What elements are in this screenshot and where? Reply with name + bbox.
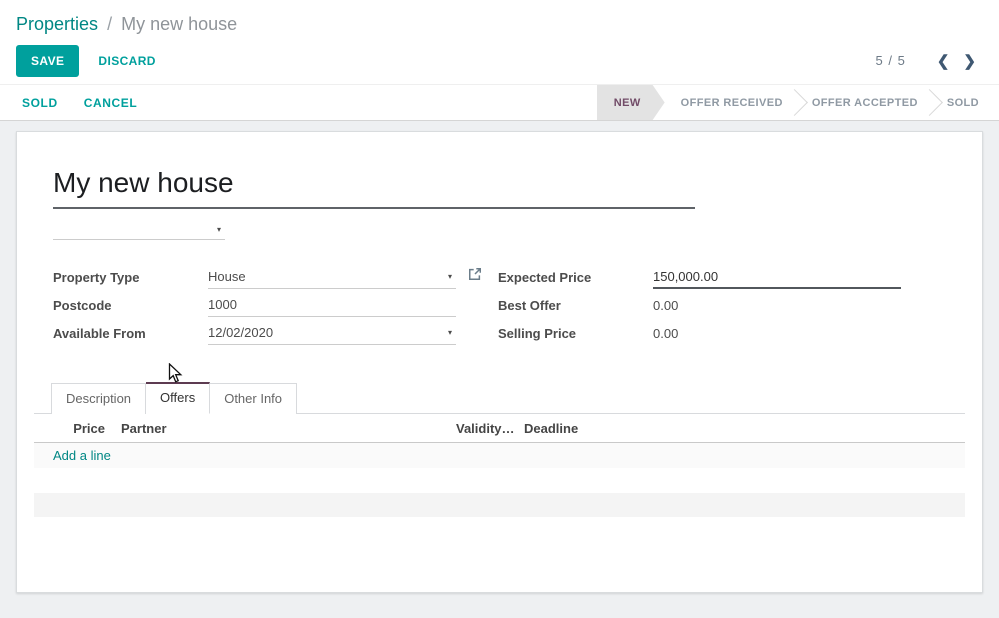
tab-bar: Description Offers Other Info <box>34 382 965 414</box>
tab-other-info[interactable]: Other Info <box>210 383 297 414</box>
best-offer-value: 0.00 <box>653 298 901 317</box>
sold-action-button[interactable]: SOLD <box>22 96 58 110</box>
pager-value: 5 / 5 <box>876 53 906 68</box>
column-header-validity[interactable]: Validity… <box>448 414 516 443</box>
property-type-label: Property Type <box>53 270 208 289</box>
status-step-offer-received[interactable]: OFFER RECEIVED <box>665 85 799 120</box>
breadcrumb-current: My new house <box>121 14 237 34</box>
discard-button[interactable]: DISCARD <box>98 54 155 68</box>
external-link-icon[interactable] <box>468 267 482 286</box>
selling-price-label: Selling Price <box>498 326 653 345</box>
form-view: My new house ▾ Property Type House ▾ <box>0 121 999 618</box>
column-header-deadline[interactable]: Deadline <box>516 414 965 443</box>
column-header-price[interactable]: Price <box>34 414 113 443</box>
dropdown-caret-icon: ▾ <box>448 329 452 337</box>
table-row: Add a line <box>34 443 965 469</box>
postcode-label: Postcode <box>53 298 208 317</box>
add-a-line-link[interactable]: Add a line <box>53 448 111 463</box>
status-step-offer-accepted[interactable]: OFFER ACCEPTED <box>796 85 934 120</box>
pager: 5 / 5 ❮ ❯ <box>876 52 983 70</box>
offers-table-header-row: Price Partner Validity… Deadline <box>34 414 965 443</box>
field-group: Property Type House ▾ Postcode <box>53 262 946 346</box>
available-from-label: Available From <box>53 326 208 345</box>
field-postcode: Postcode 1000 <box>53 290 498 317</box>
status-steps: NEW OFFER RECEIVED OFFER ACCEPTED SOLD <box>597 85 999 120</box>
table-row <box>34 493 965 517</box>
field-column-left: Property Type House ▾ Postcode <box>53 262 498 346</box>
field-available-from: Available From 12/02/2020 ▾ <box>53 318 498 345</box>
notebook: Description Offers Other Info Price Part… <box>34 382 965 517</box>
cancel-action-button[interactable]: CANCEL <box>84 96 138 110</box>
expected-price-label: Expected Price <box>498 270 653 289</box>
selling-price-value: 0.00 <box>653 326 901 345</box>
property-tags-input[interactable]: ▾ <box>53 223 225 240</box>
table-row <box>34 468 965 493</box>
postcode-input[interactable]: 1000 <box>208 297 456 317</box>
column-header-partner[interactable]: Partner <box>113 414 448 443</box>
field-selling-price: Selling Price 0.00 <box>498 318 943 345</box>
status-bar-buttons: SOLD CANCEL <box>0 85 163 120</box>
breadcrumb-separator: / <box>107 14 112 34</box>
field-best-offer: Best Offer 0.00 <box>498 290 943 317</box>
status-bar: SOLD CANCEL NEW OFFER RECEIVED OFFER ACC… <box>0 84 999 121</box>
form-sheet: My new house ▾ Property Type House ▾ <box>16 131 983 593</box>
pager-previous-icon[interactable]: ❮ <box>930 52 957 70</box>
property-type-input[interactable]: House ▾ <box>208 269 456 289</box>
breadcrumb-properties-link[interactable]: Properties <box>16 14 98 34</box>
offers-table: Price Partner Validity… Deadline Add a l… <box>34 414 965 517</box>
breadcrumb: Properties / My new house <box>16 13 983 35</box>
dropdown-caret-icon: ▾ <box>448 273 452 281</box>
status-step-new[interactable]: NEW <box>597 85 665 120</box>
dropdown-caret-icon: ▾ <box>217 226 221 234</box>
best-offer-label: Best Offer <box>498 298 653 317</box>
available-from-input[interactable]: 12/02/2020 ▾ <box>208 325 456 345</box>
control-panel: Properties / My new house SAVE DISCARD 5… <box>0 0 999 84</box>
field-column-right: Expected Price 150,000.00 Best Offer 0.0… <box>498 262 943 346</box>
pager-next-icon[interactable]: ❯ <box>956 52 983 70</box>
property-name-input[interactable]: My new house <box>53 166 695 209</box>
save-button[interactable]: SAVE <box>16 45 79 77</box>
field-property-type: Property Type House ▾ <box>53 262 498 289</box>
toolbar: SAVE DISCARD 5 / 5 ❮ ❯ <box>16 45 983 76</box>
tab-offers[interactable]: Offers <box>146 382 210 414</box>
field-expected-price: Expected Price 150,000.00 <box>498 262 943 289</box>
tab-description[interactable]: Description <box>51 383 146 414</box>
expected-price-input[interactable]: 150,000.00 <box>653 269 901 289</box>
